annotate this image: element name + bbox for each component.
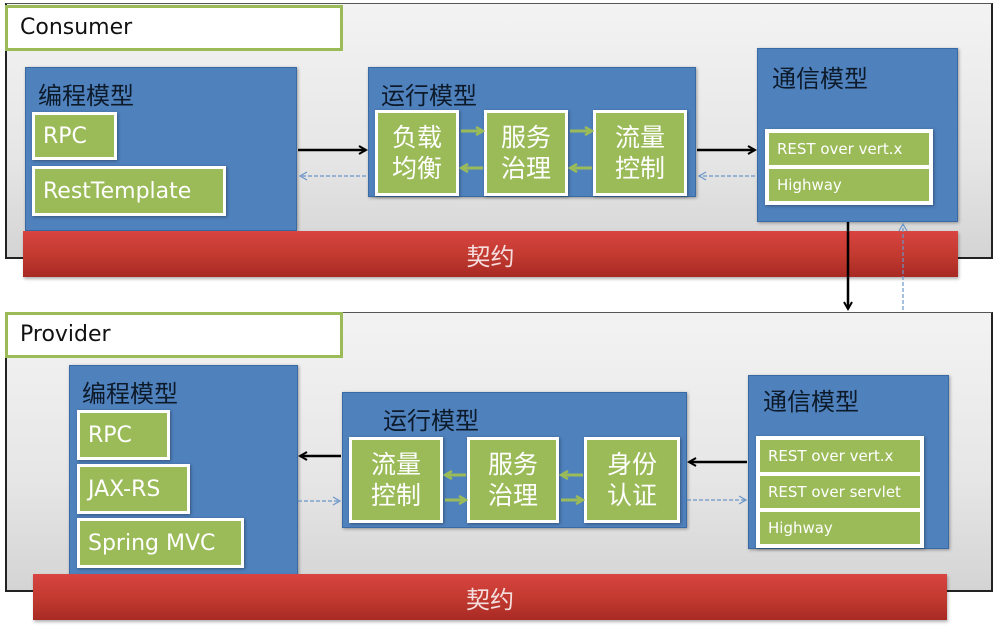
provider-module-identity-auth: 身份 认证 bbox=[584, 437, 680, 523]
consumer-transport-list: REST over vert.x Highway bbox=[765, 129, 933, 205]
consumer-title: Consumer bbox=[5, 5, 343, 51]
consumer-module-load-balancing: 负载 均衡 bbox=[375, 110, 459, 196]
provider-prog-item-rpc: RPC bbox=[77, 410, 170, 460]
consumer-contract-bar: 契约 bbox=[23, 231, 958, 277]
provider-programming-model-title: 编程模型 bbox=[82, 380, 178, 408]
provider-transport-rest-vertx: REST over vert.x bbox=[760, 440, 920, 472]
consumer-communication-model-title: 通信模型 bbox=[772, 65, 868, 93]
consumer-prog-item-rpc: RPC bbox=[32, 112, 117, 160]
consumer-runtime-model-title: 运行模型 bbox=[381, 82, 477, 110]
provider-title: Provider bbox=[5, 312, 343, 358]
provider-transport-highway: Highway bbox=[760, 512, 920, 544]
consumer-transport-highway: Highway bbox=[769, 169, 929, 201]
provider-transport-list: REST over vert.x REST over servlet Highw… bbox=[756, 436, 924, 548]
provider-prog-item-spring-mvc: Spring MVC bbox=[77, 518, 244, 568]
provider-module-service-governance: 服务 治理 bbox=[467, 437, 559, 523]
provider-transport-rest-servlet: REST over servlet bbox=[760, 476, 920, 508]
provider-runtime-model-title: 运行模型 bbox=[383, 407, 479, 435]
consumer-prog-item-resttemplate: RestTemplate bbox=[32, 166, 226, 216]
provider-communication-model-title: 通信模型 bbox=[763, 388, 859, 416]
consumer-programming-model-title: 编程模型 bbox=[38, 82, 134, 110]
consumer-module-flow-control: 流量 控制 bbox=[593, 110, 687, 196]
consumer-module-service-governance: 服务 治理 bbox=[484, 110, 568, 196]
consumer-transport-rest-vertx: REST over vert.x bbox=[769, 133, 929, 165]
provider-module-flow-control: 流量 控制 bbox=[349, 437, 443, 523]
provider-prog-item-jax-rs: JAX-RS bbox=[77, 464, 190, 514]
provider-contract-bar: 契约 bbox=[33, 574, 947, 620]
